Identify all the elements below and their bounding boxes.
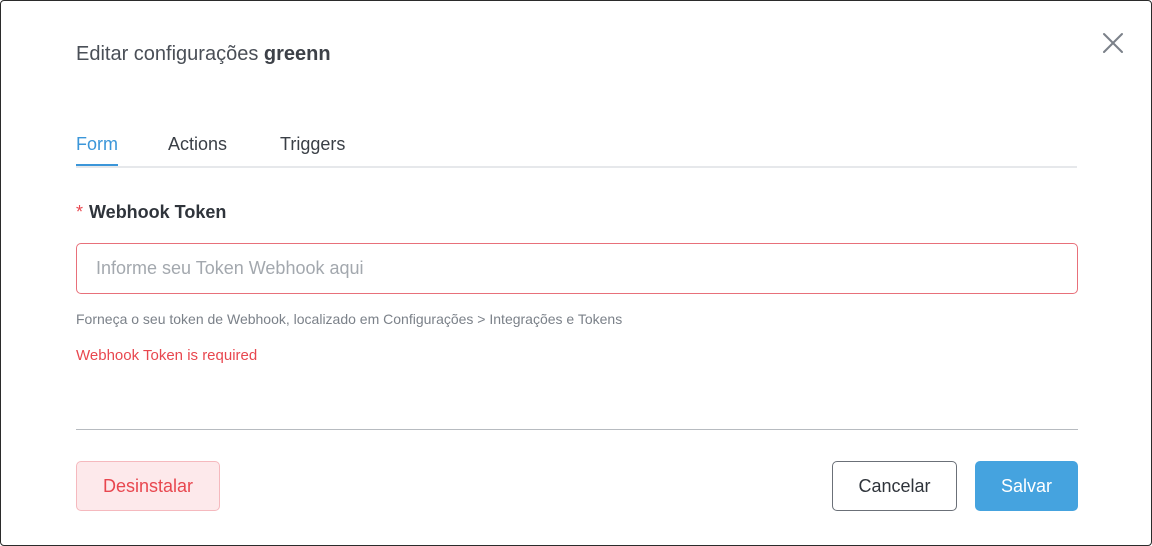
active-tab-indicator — [76, 164, 118, 166]
save-button[interactable]: Salvar — [975, 461, 1078, 511]
close-button[interactable] — [1099, 29, 1127, 57]
tab-bar: Form Actions Triggers — [76, 129, 1077, 168]
close-icon — [1103, 33, 1123, 53]
tab-form[interactable]: Form — [76, 133, 118, 155]
cancel-button[interactable]: Cancelar — [832, 461, 957, 511]
webhook-token-error: Webhook Token is required — [76, 347, 258, 364]
modal-title: Editar configurações greenn — [76, 41, 331, 67]
required-marker: * — [76, 202, 84, 222]
webhook-token-input[interactable] — [76, 243, 1078, 294]
settings-modal: Editar configurações greenn Form Actions… — [0, 0, 1152, 546]
webhook-token-label-text: Webhook Token — [89, 202, 227, 222]
webhook-token-label: * Webhook Token — [76, 201, 226, 223]
uninstall-button[interactable]: Desinstalar — [76, 461, 220, 511]
webhook-token-hint: Forneça o seu token de Webhook, localiza… — [76, 311, 623, 327]
tab-triggers[interactable]: Triggers — [280, 133, 345, 155]
footer-divider — [76, 429, 1078, 430]
modal-title-prefix: Editar configurações — [76, 43, 259, 65]
tab-actions[interactable]: Actions — [168, 133, 227, 155]
modal-title-app-name: greenn — [263, 43, 331, 65]
